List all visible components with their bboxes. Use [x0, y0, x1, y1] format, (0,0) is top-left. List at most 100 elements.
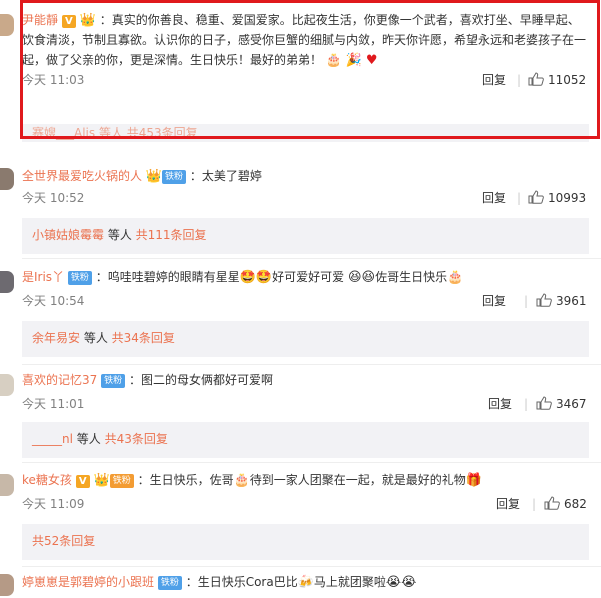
avatar[interactable]: [0, 14, 14, 36]
gift-icon: 🎁: [465, 473, 482, 488]
reply-summary[interactable]: 小镇姑娘霉霉 等人 共111条回复: [22, 218, 589, 254]
comment-body-b: 待到一家人团聚在一起，就是最好的礼物: [249, 473, 466, 487]
fan-badge: 铁粉: [157, 576, 182, 590]
comment-2: 全世界最爱吃火锅的人 👑 铁粉 ：太美了碧婷 今天 10:52 回复 | 1099…: [0, 160, 601, 260]
reply-summary-text: 赛嫂___Alis 等人 共453条回复: [32, 126, 198, 140]
thumb-up-icon: [528, 72, 544, 86]
comment-body-c: 佐哥生日快乐: [375, 270, 448, 284]
like-count: 682: [564, 497, 587, 511]
timestamp: 今天 10:52: [22, 191, 85, 205]
comment-body-a: ：生日快乐Cora巴比: [185, 575, 298, 589]
username[interactable]: 喜欢的记忆37: [22, 373, 97, 387]
comment-body: ：太美了碧婷: [189, 169, 262, 183]
reply-summary-user[interactable]: 余年易安: [32, 331, 80, 345]
comment-body-a: ：呜哇哇碧婷的眼睛有星星: [95, 270, 240, 284]
avatar[interactable]: [0, 474, 14, 496]
avatar[interactable]: [0, 271, 14, 293]
timestamp: 今天 11:09: [22, 497, 85, 511]
avatar[interactable]: [0, 168, 14, 190]
cake-icon: 🎂: [325, 53, 343, 68]
thumb-up-icon: [544, 496, 560, 510]
avatar[interactable]: [0, 374, 14, 396]
reply-summary[interactable]: _____nl 等人 共43条回复: [22, 422, 589, 458]
reply-button[interactable]: 回复: [496, 494, 520, 514]
reply-summary[interactable]: 共52条回复: [22, 524, 589, 560]
like-count: 3961: [556, 294, 587, 308]
like-button[interactable]: 10993: [528, 188, 586, 208]
comment-6: 婷崽崽是郭碧婷的小跟班 铁粉 ：生日快乐Cora巴比🍻马上就团聚啦😭😭: [0, 570, 601, 598]
avatar[interactable]: [0, 574, 14, 596]
like-button[interactable]: 3961: [536, 291, 587, 311]
username[interactable]: 婷崽崽是郭碧婷的小跟班: [22, 575, 154, 589]
reply-summary-count[interactable]: 共111条回复: [136, 228, 207, 242]
comment-meta: 今天 11:01 回复 | 3467: [22, 394, 591, 414]
comment-1: 尹能靜 V 👑 ：真实的你善良、稳重、爱国爱家。比起夜生活，你更像一个武者，喜欢…: [0, 0, 601, 142]
comment-meta: 今天 10:54 回复 | 3961: [22, 291, 591, 311]
username[interactable]: 是Iris丫: [22, 270, 64, 284]
reply-button[interactable]: 回复: [488, 394, 512, 414]
reply-summary-count[interactable]: 共43条回复: [105, 432, 168, 446]
reply-summary-count[interactable]: 共34条回复: [112, 331, 175, 345]
comment-meta: 今天 10:52 回复 | 10993: [22, 188, 591, 208]
comment-text: ke糖女孩 V 👑 铁粉 ：生日快乐，佐哥🎂待到一家人团聚在一起，就是最好的礼物🎁: [22, 470, 591, 490]
fan-badge: 铁粉: [109, 474, 134, 488]
crown-icon: 👑: [145, 169, 163, 184]
timestamp: 今天 10:54: [22, 294, 85, 308]
verified-icon: V: [61, 15, 76, 28]
comment-3: 是Iris丫 铁粉 ：呜哇哇碧婷的眼睛有星星🤩🤩好可爱好可爱 😆😆佐哥生日快乐🎂…: [0, 263, 601, 365]
comment-body-a: ：生日快乐，佐哥: [137, 473, 234, 487]
username[interactable]: ke糖女孩: [22, 473, 72, 487]
cake-icon: 🎂: [233, 473, 250, 488]
crown-icon: 👑: [79, 13, 96, 28]
reply-summary-mid: 等人: [104, 228, 136, 242]
like-count: 10993: [548, 191, 587, 205]
comment-4: 喜欢的记忆37 铁粉 ：图二的母女俩都好可爱啊 今天 11:01 回复 | 34…: [0, 368, 601, 464]
comment-meta: 今天 11:03 回复 | 11052: [22, 70, 591, 90]
comment-body-b: 马上就团聚啦: [313, 575, 386, 589]
reply-summary-user[interactable]: 小镇姑娘霉霉: [32, 228, 104, 242]
comment-text: 喜欢的记忆37 铁粉 ：图二的母女俩都好可爱啊: [22, 370, 591, 390]
reply-summary-count[interactable]: 共52条回复: [32, 534, 95, 548]
reply-summary[interactable]: 余年易安 等人 共34条回复: [22, 321, 589, 357]
divider: [22, 258, 601, 259]
timestamp: 今天 11:01: [22, 397, 85, 411]
comment-body: ：图二的母女俩都好可爱啊: [128, 373, 273, 387]
divider: |: [524, 294, 529, 308]
reply-summary[interactable]: 赛嫂___Alis 等人 共453条回复: [22, 124, 589, 142]
divider: |: [517, 73, 522, 87]
thumb-up-icon: [536, 396, 552, 410]
reply-button[interactable]: 回复: [482, 70, 506, 90]
laughing-icon: 😆😆: [347, 270, 376, 285]
fan-badge: 铁粉: [162, 170, 187, 184]
comment-body-b: 好可爱好可爱: [272, 270, 345, 284]
reply-button[interactable]: 回复: [482, 188, 506, 208]
username[interactable]: 尹能靜: [22, 13, 58, 27]
reply-summary-user[interactable]: _____nl: [32, 432, 73, 446]
thumb-up-icon: [536, 293, 552, 307]
like-button[interactable]: 682: [544, 494, 587, 514]
comment-text: 婷崽崽是郭碧婷的小跟班 铁粉 ：生日快乐Cora巴比🍻马上就团聚啦😭😭: [22, 572, 591, 592]
heart-icon: ♥: [365, 53, 378, 68]
divider: [22, 364, 601, 365]
star-eyes-icon: 🤩🤩: [239, 270, 273, 285]
thumb-up-icon: [528, 190, 544, 204]
crying-icon: 😭😭: [385, 575, 417, 590]
comment-5: ke糖女孩 V 👑 铁粉 ：生日快乐，佐哥🎂待到一家人团聚在一起，就是最好的礼物🎁…: [0, 468, 601, 564]
crown-icon: 👑: [93, 473, 110, 488]
divider: |: [517, 191, 522, 205]
reply-button[interactable]: 回复: [482, 291, 506, 311]
cheers-icon: 🍻: [297, 575, 314, 590]
cake-icon: 🎂: [447, 270, 464, 285]
like-button[interactable]: 11052: [528, 70, 586, 90]
reply-summary-mid: 等人: [80, 331, 112, 345]
like-button[interactable]: 3467: [536, 394, 587, 414]
username[interactable]: 全世界最爱吃火锅的人: [22, 169, 142, 183]
reply-summary-mid: 等人: [72, 432, 105, 446]
timestamp: 今天 11:03: [22, 73, 85, 87]
comments-page: 尹能靜 V 👑 ：真实的你善良、稳重、爱国爱家。比起夜生活，你更像一个武者，喜欢…: [0, 0, 601, 598]
fan-badge: 铁粉: [101, 374, 126, 388]
fan-badge: 铁粉: [67, 271, 92, 285]
like-count: 3467: [556, 397, 587, 411]
divider: |: [532, 497, 537, 511]
verified-icon: V: [75, 475, 90, 488]
